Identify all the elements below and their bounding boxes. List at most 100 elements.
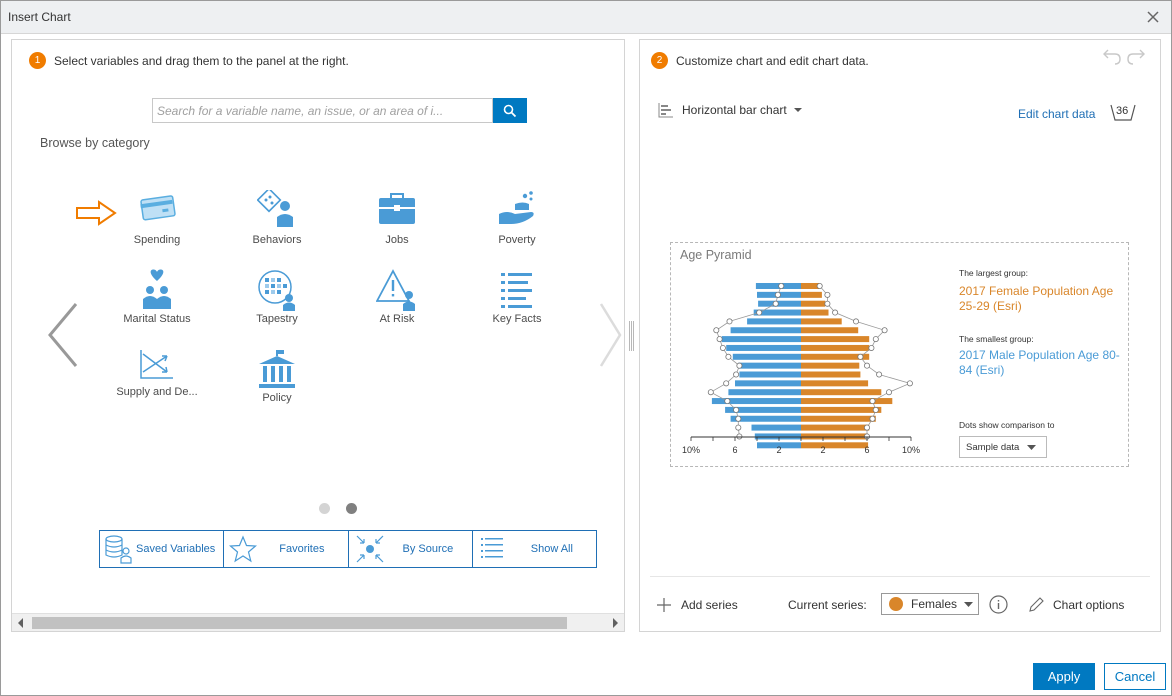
- insert-chart-dialog: Insert Chart 1 Select variables and drag…: [0, 0, 1172, 696]
- male-comparison-point: [736, 433, 743, 440]
- step-number-badge: 2: [651, 52, 668, 69]
- category-label: At Risk: [379, 313, 415, 325]
- female-bar: [801, 336, 870, 343]
- female-comparison-point: [872, 406, 879, 413]
- previous-page-arrow[interactable]: [46, 300, 80, 370]
- category-at-risk[interactable]: At Risk: [342, 269, 452, 337]
- female-comparison-point: [881, 327, 888, 334]
- show-all-button[interactable]: Show All: [473, 531, 596, 567]
- add-series-label: Add series: [681, 598, 738, 612]
- chart-title: Age Pyramid: [680, 248, 752, 262]
- government-building-icon: [259, 350, 295, 388]
- page-dot-2[interactable]: [346, 503, 357, 514]
- female-bar: [801, 371, 861, 378]
- male-bar: [732, 353, 801, 360]
- comparison-dropdown[interactable]: Sample data: [959, 436, 1047, 458]
- male-bar: [751, 424, 801, 431]
- female-bar: [801, 362, 860, 369]
- x-tick-label: 6: [864, 445, 869, 455]
- male-comparison-point: [725, 353, 732, 360]
- category-label: Tapestry: [256, 313, 298, 325]
- x-tick-label: 10%: [682, 445, 700, 455]
- dialog-titlebar: Insert Chart: [1, 1, 1171, 34]
- favorites-button[interactable]: Favorites: [224, 531, 349, 567]
- chart-options-label: Chart options: [1053, 598, 1125, 612]
- category-label: Poverty: [498, 234, 536, 246]
- edit-chart-data-link[interactable]: Edit chart data: [1018, 107, 1095, 121]
- category-policy[interactable]: Policy: [222, 348, 332, 416]
- info-icon[interactable]: [989, 595, 1008, 614]
- female-comparison-point: [863, 362, 870, 369]
- by-source-icon: [356, 535, 383, 563]
- scroll-left-arrow[interactable]: [18, 618, 23, 628]
- female-comparison-point: [832, 309, 839, 316]
- horizontal-scrollbar[interactable]: [12, 613, 624, 631]
- variable-browser-panel: 1 Select variables and drag them to the …: [11, 39, 625, 632]
- redo-icon[interactable]: [1127, 49, 1145, 65]
- search-input[interactable]: [152, 98, 493, 123]
- cancel-button[interactable]: Cancel: [1104, 663, 1166, 690]
- by-source-button[interactable]: By Source: [349, 531, 473, 567]
- saved-variables-button[interactable]: Saved Variables: [100, 531, 225, 567]
- category-jobs[interactable]: Jobs: [342, 190, 452, 258]
- male-comparison-point: [778, 283, 785, 290]
- category-key-facts[interactable]: Key Facts: [462, 269, 572, 337]
- category-behaviors[interactable]: Behaviors: [222, 190, 332, 258]
- current-series-dropdown[interactable]: Females: [881, 593, 979, 615]
- female-bar: [801, 380, 869, 387]
- poverty-hand-icon: [499, 191, 534, 224]
- scrollbar-thumb[interactable]: [32, 617, 567, 629]
- undo-redo-controls: [1103, 49, 1145, 65]
- male-comparison-point: [735, 424, 742, 431]
- dialog-title: Insert Chart: [8, 10, 71, 24]
- male-comparison-line: [709, 285, 782, 437]
- chart-type-dropdown[interactable]: Horizontal bar chart: [658, 102, 803, 118]
- male-comparison-point: [774, 291, 781, 298]
- panel-splitter[interactable]: [628, 321, 636, 351]
- male-comparison-point: [756, 309, 763, 316]
- list-icon: [501, 273, 532, 308]
- chart-options-button[interactable]: Chart options: [1028, 597, 1124, 613]
- page-dot-1[interactable]: [319, 503, 330, 514]
- search-button[interactable]: [493, 98, 527, 123]
- female-bar: [801, 433, 869, 440]
- search-icon: [503, 104, 517, 117]
- male-comparison-point: [707, 389, 714, 396]
- database-person-icon: [105, 535, 132, 564]
- female-bar: [801, 415, 876, 422]
- step-2-header: 2 Customize chart and edit chart data.: [651, 52, 869, 69]
- male-bar: [739, 371, 801, 378]
- category-spending[interactable]: Spending: [102, 190, 212, 258]
- male-bar: [721, 336, 801, 343]
- female-comparison-point: [885, 389, 892, 396]
- edit-data-icon[interactable]: 36: [1110, 102, 1136, 124]
- chart-customize-panel: 2 Customize chart and edit chart data. H…: [639, 39, 1161, 632]
- male-comparison-point: [733, 371, 740, 378]
- category-label: Behaviors: [252, 234, 302, 246]
- female-comparison-line: [819, 285, 912, 437]
- largest-group-label: The largest group:: [959, 268, 1028, 278]
- category-label: Key Facts: [492, 313, 542, 325]
- category-label: Supply and De...: [116, 386, 198, 398]
- heart-couple-icon: [143, 269, 171, 309]
- chevron-down-icon: [1027, 444, 1037, 450]
- female-comparison-point: [868, 344, 875, 351]
- apply-button[interactable]: Apply: [1033, 663, 1095, 690]
- add-series-button[interactable]: Add series: [656, 597, 738, 613]
- close-icon[interactable]: [1143, 7, 1163, 27]
- male-comparison-point: [736, 362, 743, 369]
- scroll-right-arrow[interactable]: [613, 618, 618, 628]
- category-poverty[interactable]: Poverty: [462, 190, 572, 258]
- category-supply-and-demand[interactable]: Supply and De...: [102, 348, 212, 416]
- female-bar: [801, 309, 829, 316]
- category-tapestry[interactable]: Tapestry: [222, 269, 332, 337]
- next-page-arrow[interactable]: [598, 300, 624, 370]
- browse-by-category-label: Browse by category: [40, 136, 150, 150]
- pencil-icon: [1029, 597, 1044, 612]
- male-bar: [747, 318, 801, 325]
- category-marital-status[interactable]: Marital Status: [102, 269, 212, 337]
- age-pyramid-chart[interactable]: 10% 6 2 2 6 10% Age Pyramid The largest group…: [670, 242, 1129, 467]
- undo-icon[interactable]: [1103, 49, 1121, 65]
- credit-card-icon: [140, 195, 176, 221]
- footer-divider: [650, 576, 1150, 577]
